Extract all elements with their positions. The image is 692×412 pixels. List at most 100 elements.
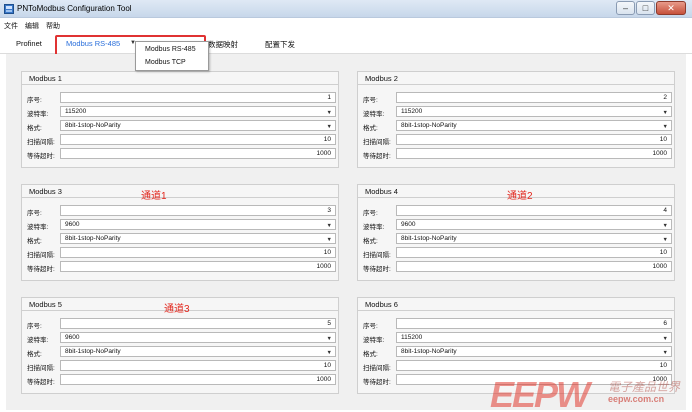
baud-select[interactable]: 9600 ▼ <box>396 219 672 230</box>
baud-value: 115200 <box>65 108 87 115</box>
scan-label: 扫描间隔: <box>363 365 391 372</box>
baud-label: 波特率: <box>27 337 49 344</box>
timeout-label: 等待超时: <box>27 379 55 386</box>
timeout-label: 等待超时: <box>363 379 391 386</box>
baud-value: 115200 <box>401 108 423 115</box>
channel-label: 通道2 <box>507 191 533 202</box>
chevron-down-icon: ▼ <box>662 336 668 342</box>
seq-label: 序号: <box>27 323 42 330</box>
tab-profinet[interactable]: Profinet <box>16 39 42 48</box>
panel-title: Modbus 1 <box>22 72 338 85</box>
channel-label: 通道3 <box>164 304 190 315</box>
baud-label: 波特率: <box>27 111 49 118</box>
menu-bar: 文件 编辑 帮助 <box>0 18 692 32</box>
chevron-down-icon: ▼ <box>326 110 332 116</box>
timeout-field[interactable]: 1000 <box>60 261 336 272</box>
baud-select[interactable]: 115200 ▼ <box>60 106 336 117</box>
seq-label: 序号: <box>363 210 378 217</box>
protocol-dropdown: Modbus RS-485 Modbus TCP <box>135 41 209 71</box>
format-value: 8bit-1stop-NoParity <box>65 122 121 129</box>
panel-title: Modbus 3 <box>22 185 338 198</box>
tab-data-mapping[interactable]: 数据映射 <box>208 39 238 50</box>
baud-label: 波特率: <box>27 224 49 231</box>
dropdown-option-tcp[interactable]: Modbus TCP <box>145 59 186 66</box>
channel-label: 通道1 <box>141 191 167 202</box>
format-label: 格式: <box>27 125 42 132</box>
seq-field[interactable]: 3 <box>60 205 336 216</box>
modbus-panel: Modbus 6 序号: 6 波特率: 115200 ▼ 格式: 8bit-1stop-… <box>357 297 675 394</box>
seq-field[interactable]: 2 <box>396 92 672 103</box>
panel-title: Modbus 6 <box>358 298 674 311</box>
format-label: 格式: <box>27 351 42 358</box>
title-bar: PNToModbus Configuration Tool – □ ✕ <box>0 0 692 18</box>
format-select[interactable]: 8bit-1stop-NoParity ▼ <box>396 120 672 131</box>
format-value: 8bit-1stop-NoParity <box>401 122 457 129</box>
format-value: 8bit-1stop-NoParity <box>401 348 457 355</box>
tab-config-download[interactable]: 配置下发 <box>265 39 295 50</box>
scan-field[interactable]: 10 <box>60 360 336 371</box>
scan-field[interactable]: 10 <box>396 134 672 145</box>
seq-label: 序号: <box>27 97 42 104</box>
close-button[interactable]: ✕ <box>656 1 686 15</box>
format-label: 格式: <box>363 125 378 132</box>
seq-field[interactable]: 5 <box>60 318 336 329</box>
dropdown-option-rs485[interactable]: Modbus RS-485 <box>145 46 196 53</box>
format-select[interactable]: 8bit-1stop-NoParity ▼ <box>60 233 336 244</box>
scan-label: 扫描间隔: <box>363 139 391 146</box>
panel-title: Modbus 2 <box>358 72 674 85</box>
timeout-field[interactable]: 1000 <box>396 261 672 272</box>
chevron-down-icon: ▼ <box>662 223 668 229</box>
timeout-field[interactable]: 1000 <box>60 148 336 159</box>
maximize-button[interactable]: □ <box>636 1 655 15</box>
timeout-field[interactable]: 1000 <box>60 374 336 385</box>
baud-select[interactable]: 115200 ▼ <box>396 106 672 117</box>
format-select[interactable]: 8bit-1stop-NoParity ▼ <box>396 346 672 357</box>
format-select[interactable]: 8bit-1stop-NoParity ▼ <box>396 233 672 244</box>
format-label: 格式: <box>27 238 42 245</box>
menu-help[interactable]: 帮助 <box>46 21 60 31</box>
scan-label: 扫描间隔: <box>363 252 391 259</box>
app-icon <box>4 4 14 14</box>
seq-label: 序号: <box>27 210 42 217</box>
scan-field[interactable]: 10 <box>60 247 336 258</box>
timeout-field[interactable]: 1000 <box>396 148 672 159</box>
baud-label: 波特率: <box>363 337 385 344</box>
scan-field[interactable]: 10 <box>396 360 672 371</box>
scan-label: 扫描间隔: <box>27 365 55 372</box>
menu-edit[interactable]: 编辑 <box>25 21 39 31</box>
baud-value: 9600 <box>401 221 416 228</box>
timeout-label: 等待超时: <box>27 153 55 160</box>
chevron-down-icon: ▼ <box>662 350 668 356</box>
baud-select[interactable]: 9600 ▼ <box>60 219 336 230</box>
format-value: 8bit-1stop-NoParity <box>401 235 457 242</box>
baud-label: 波特率: <box>363 111 385 118</box>
baud-value: 9600 <box>65 221 80 228</box>
chevron-down-icon: ▼ <box>662 110 668 116</box>
modbus-panel: Modbus 5 通道3 序号: 5 波特率: 9600 ▼ 格式: 8bit-1sto… <box>21 297 339 394</box>
chevron-down-icon: ▼ <box>662 237 668 243</box>
format-select[interactable]: 8bit-1stop-NoParity ▼ <box>60 120 336 131</box>
seq-field[interactable]: 6 <box>396 318 672 329</box>
timeout-label: 等待超时: <box>363 153 391 160</box>
chevron-down-icon: ▼ <box>326 336 332 342</box>
seq-field[interactable]: 4 <box>396 205 672 216</box>
minimize-icon: – <box>622 3 628 13</box>
scan-label: 扫描间隔: <box>27 252 55 259</box>
format-select[interactable]: 8bit-1stop-NoParity ▼ <box>60 346 336 357</box>
menu-file[interactable]: 文件 <box>4 21 18 31</box>
chevron-down-icon: ▼ <box>326 350 332 356</box>
scan-field[interactable]: 10 <box>60 134 336 145</box>
seq-field[interactable]: 1 <box>60 92 336 103</box>
modbus-panel: Modbus 3 通道1 序号: 3 波特率: 9600 ▼ 格式: 8bit-1sto… <box>21 184 339 281</box>
baud-select[interactable]: 115200 ▼ <box>396 332 672 343</box>
modbus-panel: Modbus 4 通道2 序号: 4 波特率: 9600 ▼ 格式: 8bit-1sto… <box>357 184 675 281</box>
baud-select[interactable]: 9600 ▼ <box>60 332 336 343</box>
scan-field[interactable]: 10 <box>396 247 672 258</box>
timeout-field[interactable]: 1000 <box>396 374 672 385</box>
window-title: PNToModbus Configuration Tool <box>17 4 132 13</box>
chevron-down-icon: ▼ <box>326 223 332 229</box>
minimize-button[interactable]: – <box>616 1 635 15</box>
chevron-down-icon: ▼ <box>326 237 332 243</box>
content-area: Modbus 1 序号: 1 波特率: 115200 ▼ 格式: 8bit-1stop-… <box>6 54 686 410</box>
maximize-icon: □ <box>642 3 649 13</box>
